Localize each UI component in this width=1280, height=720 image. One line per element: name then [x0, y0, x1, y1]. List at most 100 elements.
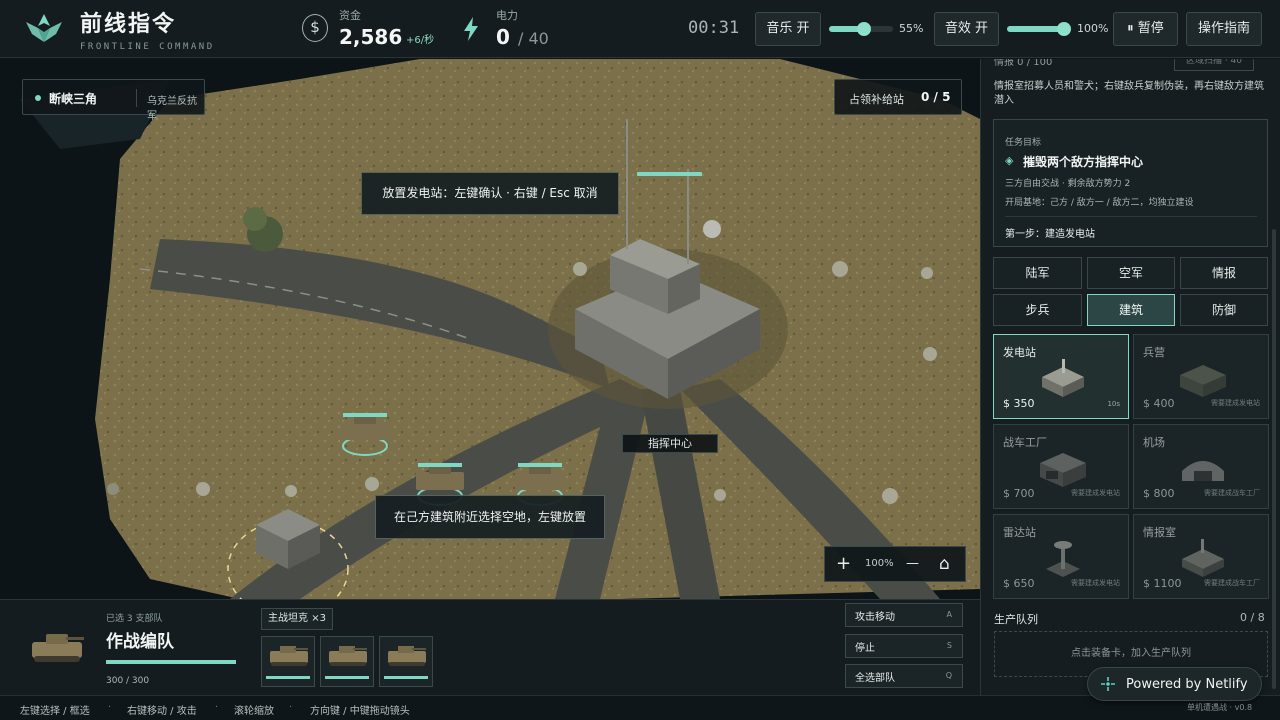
funds-value: 2,586 — [339, 25, 403, 49]
command-center-label[interactable]: 指挥中心 — [622, 434, 718, 453]
mission-label: 任务目标 — [1005, 138, 1042, 148]
selection-panel: 已选 3 支部队 作战编队 300 / 300 — [0, 599, 980, 695]
tab-defense[interactable]: 防御 — [1180, 294, 1268, 326]
build-card-airfield[interactable]: 机场 $ 800 需要建成战车工厂 — [1133, 424, 1269, 509]
unit-type-tag[interactable]: 主战坦克 ×3 — [261, 608, 333, 630]
netlify-text: Powered by Netlify — [1126, 677, 1248, 692]
help-item: 左键选择 / 框选 — [20, 706, 90, 717]
build-price: $ 800 — [1143, 487, 1175, 500]
build-requirement: 需要建成战车工厂 — [1204, 489, 1260, 497]
unit-card[interactable] — [379, 636, 433, 687]
supply-objective: 占领补给站 0 / 5 — [834, 79, 962, 115]
match-timer: 00:31 — [688, 18, 740, 38]
tab-buildings[interactable]: 建筑 — [1087, 294, 1175, 326]
build-price: $ 700 — [1003, 487, 1035, 500]
barracks-icon — [1180, 365, 1226, 397]
sidebar-scrollbar[interactable] — [1272, 229, 1276, 689]
build-requirement: 需要建成发电站 — [1071, 579, 1120, 587]
tab-infantry[interactable]: 步兵 — [993, 294, 1082, 326]
sfx-toggle-button[interactable]: 音效 开 — [934, 12, 999, 46]
battle-map[interactable]: 断峡三角 乌克兰反抗军 占领补给站 0 / 5 放置发电站：左键确认 · 右键 … — [0, 59, 980, 599]
mission-goal: 摧毁两个敌方指挥中心 — [1023, 155, 1144, 169]
tab-air[interactable]: 空军 — [1087, 257, 1175, 289]
select-all-button[interactable]: 全选部队 Q — [845, 664, 963, 688]
funds-icon: $ — [302, 14, 328, 42]
unit-card[interactable] — [320, 636, 374, 687]
build-requirement: 需要建成战车工厂 — [1204, 579, 1260, 587]
mission-panel: 任务目标 ◈ 摧毁两个敌方指挥中心 三方自由交战 · 剩余敌方势力 2 开局基地… — [993, 119, 1268, 247]
home-icon[interactable]: ⌂ — [939, 547, 950, 581]
unit-card[interactable] — [261, 636, 315, 687]
build-card-war-factory[interactable]: 战车工厂 $ 700 需要建成发电站 — [993, 424, 1129, 509]
help-item: 右键移动 / 攻击 — [127, 706, 197, 717]
zoom-in-button[interactable]: + — [836, 547, 851, 581]
controls-help-bar: 左键选择 / 框选 · 右键移动 / 攻击 · 滚轮缩放 · 方向键 / 中键拖… — [0, 695, 1280, 720]
queue-label: 生产队列 — [994, 613, 1038, 626]
help-item: 滚轮缩放 — [234, 706, 274, 717]
build-card-barracks[interactable]: 兵营 $ 400 需要建成发电站 — [1133, 334, 1269, 419]
area-scan-button[interactable]: 区域扫描 · 40 — [1174, 59, 1254, 71]
build-card-intel-room[interactable]: 情报室 $ 1100 需要建成战车工厂 — [1133, 514, 1269, 599]
tab-army[interactable]: 陆军 — [993, 257, 1082, 289]
selection-group-name: 作战编队 — [106, 632, 174, 652]
music-toggle-button[interactable]: 音乐 开 — [755, 12, 821, 46]
music-volume-slider[interactable] — [829, 22, 893, 36]
build-name: 兵营 — [1143, 346, 1165, 359]
top-bar: 前线指令 FRONTLINE COMMAND $ 资金 2,586 +6/秒 电… — [0, 0, 1280, 58]
war-factory-icon — [1040, 453, 1086, 487]
version-text: 单机遭遇战 · v0.8 — [1187, 703, 1253, 712]
music-volume-value: 55% — [899, 22, 924, 35]
intel-room-icon — [1182, 539, 1224, 577]
command-sidebar: 情报 0 / 100 区域扫描 · 40 情报室招募人员和警犬；右键敌兵复制伪装… — [980, 59, 1280, 695]
game-subtitle: FRONTLINE COMMAND — [80, 42, 215, 52]
mission-detail: 三方自由交战 · 剩余敌方势力 2 — [1005, 179, 1131, 189]
help-item: 方向键 / 中键拖动镜头 — [310, 706, 410, 717]
region-dot — [35, 95, 41, 101]
stop-button[interactable]: 停止 S — [845, 634, 963, 658]
selection-count: 已选 3 支部队 — [106, 614, 163, 624]
zoom-level: 100% — [865, 558, 894, 569]
build-price: $ 1100 — [1143, 577, 1182, 590]
build-name: 雷达站 — [1003, 526, 1036, 539]
supply-count: 0 / 5 — [921, 90, 951, 104]
netlify-icon — [1101, 677, 1115, 691]
funds-rate: +6/秒 — [406, 35, 435, 46]
power-label: 电力 — [496, 9, 518, 22]
airfield-icon — [1182, 461, 1224, 481]
mission-step: 第一步：建造发电站 — [1005, 229, 1095, 240]
build-card-radar[interactable]: 雷达站 $ 650 需要建成发电站 — [993, 514, 1129, 599]
zoom-out-button[interactable]: — — [906, 547, 919, 581]
build-price: $ 650 — [1003, 577, 1035, 590]
pause-button[interactable]: ⏸ 暂停 — [1113, 12, 1178, 46]
objective-diamond-icon: ◈ — [1005, 154, 1014, 167]
tank-portrait-icon — [32, 634, 84, 662]
build-requirement: 需要建成发电站 — [1071, 489, 1120, 497]
build-price: $ 350 — [1003, 397, 1035, 410]
build-name: 发电站 — [1003, 346, 1036, 359]
lightning-icon — [464, 17, 478, 41]
region-name: 断峡三角 — [49, 92, 98, 106]
funds-label: 资金 — [339, 9, 361, 22]
placement-hint: 放置发电站：左键确认 · 右键 / Esc 取消 — [361, 172, 619, 215]
power-plant-icon — [1042, 359, 1084, 397]
netlify-badge[interactable]: Powered by Netlify — [1087, 667, 1262, 701]
sfx-volume-value: 100% — [1077, 22, 1109, 35]
power-max: / 40 — [518, 29, 549, 48]
attack-move-button[interactable]: 攻击移动 A — [845, 603, 963, 627]
intel-description: 情报室招募人员和警犬；右键敌兵复制伪装，再右键敌方建筑潜入 — [994, 81, 1264, 106]
intel-counter: 情报 0 / 100 — [994, 59, 1053, 68]
build-card-power-plant[interactable]: 发电站 $ 350 10s — [993, 334, 1129, 419]
health-text: 300 / 300 — [106, 676, 150, 686]
sfx-volume-slider[interactable] — [1007, 22, 1071, 36]
supply-label: 占领补给站 — [849, 93, 904, 106]
region-info: 断峡三角 乌克兰反抗军 — [22, 79, 205, 122]
tank-icon — [329, 646, 367, 666]
game-title: 前线指令 — [80, 12, 177, 37]
mission-detail: 开局基地：己方 / 敌方一 / 敌方二，均独立建设 — [1005, 198, 1194, 208]
guide-button[interactable]: 操作指南 — [1186, 12, 1262, 46]
build-name: 机场 — [1143, 436, 1165, 449]
region-faction: 乌克兰反抗军 — [147, 96, 197, 122]
build-requirement: 需要建成发电站 — [1211, 399, 1260, 407]
build-price: $ 400 — [1143, 397, 1175, 410]
tab-intel[interactable]: 情报 — [1180, 257, 1268, 289]
